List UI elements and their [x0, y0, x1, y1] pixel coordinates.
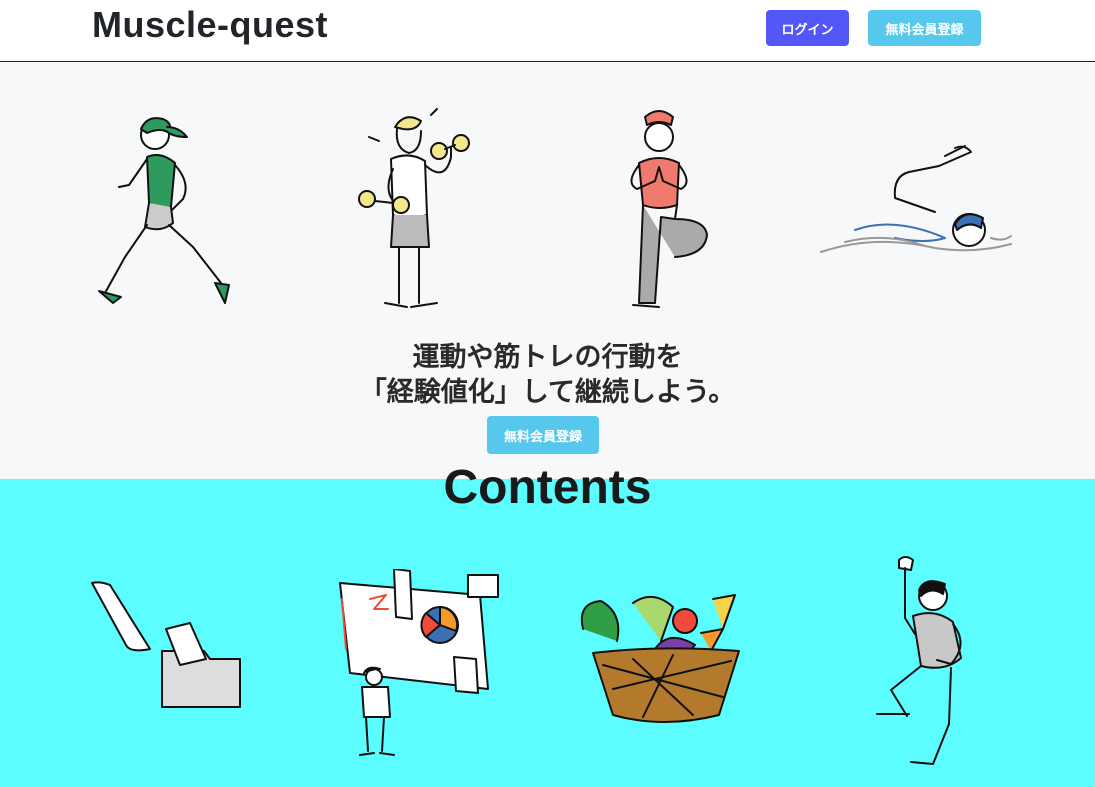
hero-signup-button[interactable]: 無料会員登録 [487, 416, 599, 454]
presentation-illustration [339, 569, 499, 756]
hero-section: 運動や筋トレの行動を 「経験値化」して継続しよう。 無料会員登録 [0, 62, 1095, 479]
runner-illustration [98, 117, 230, 304]
contents-title: Contents [443, 461, 652, 514]
file-folder-illustration [91, 581, 241, 708]
hero-headline: 運動や筋トレの行動を 「経験値化」して継続しよう。 [0, 340, 1095, 410]
navbar: Muscle-quest ログイン 無料会員登録 [0, 0, 1095, 62]
brand-logo[interactable]: Muscle-quest [92, 4, 328, 46]
cheering-man-illustration [876, 556, 962, 765]
yoga-woman-illustration [630, 110, 708, 308]
contents-section [0, 479, 1095, 787]
hero-headline-line1: 運動や筋トレの行動を [412, 342, 683, 373]
vegetable-basket-illustration [580, 594, 740, 723]
signup-button[interactable]: 無料会員登録 [868, 10, 981, 46]
dumbbell-man-illustration [358, 108, 470, 308]
login-button[interactable]: ログイン [766, 10, 849, 46]
hero-headline-line2: 「経験値化」して継続しよう。 [359, 377, 736, 408]
swimmer-illustration [820, 145, 1012, 253]
